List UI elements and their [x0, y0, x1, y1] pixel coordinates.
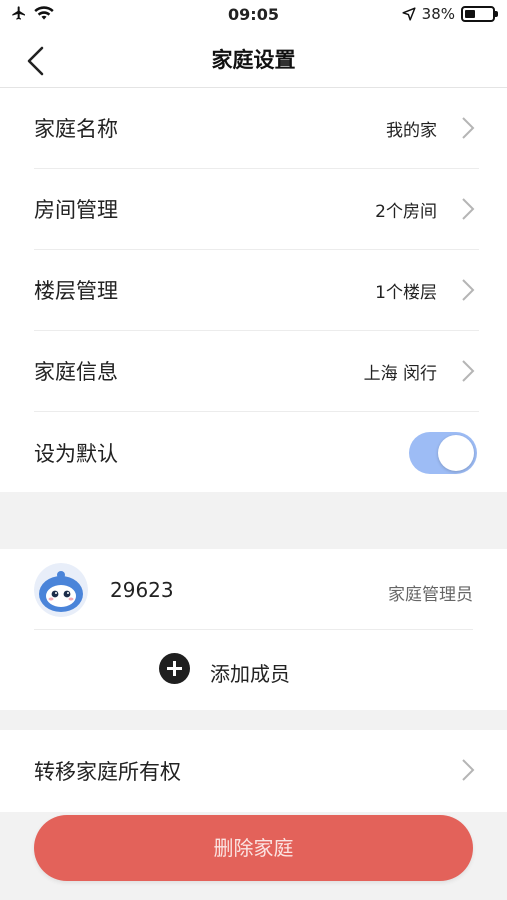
add-member-button[interactable]: 添加成员 — [0, 630, 507, 710]
setting-row-home-name[interactable]: 家庭名称 我的家 — [34, 88, 479, 169]
setting-row-rooms[interactable]: 房间管理 2个房间 — [34, 169, 479, 250]
transfer-ownership-row[interactable]: 转移家庭所有权 — [34, 730, 479, 811]
default-toggle[interactable] — [409, 432, 477, 474]
delete-home-button[interactable]: 删除家庭 — [34, 815, 473, 881]
chevron-right-icon — [462, 360, 475, 382]
setting-value: 上海 闵行 — [363, 363, 437, 384]
chevron-right-icon — [462, 198, 475, 220]
nav-bar: 家庭设置 — [0, 32, 507, 88]
setting-value: 我的家 — [386, 120, 437, 141]
setting-value: 2个房间 — [375, 201, 437, 222]
avatar — [34, 563, 88, 617]
chevron-right-icon — [462, 759, 475, 781]
member-name: 29623 — [110, 578, 174, 602]
members-card: 29623 家庭管理员 添加成员 — [0, 549, 507, 710]
setting-row-default: 设为默认 — [34, 412, 479, 493]
setting-label: 设为默认 — [34, 441, 118, 466]
member-row[interactable]: 29623 家庭管理员 — [34, 549, 473, 630]
setting-label: 家庭名称 — [34, 117, 118, 141]
setting-label: 楼层管理 — [34, 279, 118, 303]
setting-label: 家庭信息 — [34, 360, 118, 384]
setting-label: 房间管理 — [34, 198, 118, 222]
battery-percent: 38% — [421, 5, 455, 23]
status-right: 38% — [402, 5, 498, 23]
setting-value: 1个楼层 — [375, 282, 437, 303]
toggle-knob — [438, 435, 474, 471]
member-role: 家庭管理员 — [388, 585, 473, 605]
setting-row-floors[interactable]: 楼层管理 1个楼层 — [34, 250, 479, 331]
plus-circle-icon — [159, 653, 190, 684]
transfer-card: 转移家庭所有权 — [0, 730, 507, 812]
battery-icon — [461, 6, 498, 22]
location-arrow-icon — [402, 7, 416, 21]
settings-card: 家庭名称 我的家 房间管理 2个房间 楼层管理 1个楼层 家庭信息 上海 闵行 … — [0, 88, 507, 492]
transfer-label: 转移家庭所有权 — [34, 759, 181, 784]
add-member-label: 添加成员 — [210, 662, 290, 686]
setting-row-home-info[interactable]: 家庭信息 上海 闵行 — [34, 331, 479, 412]
chevron-right-icon — [462, 279, 475, 301]
status-bar: 09:05 38% — [0, 0, 507, 32]
page-title: 家庭设置 — [211, 48, 296, 72]
chevron-right-icon — [462, 117, 475, 139]
